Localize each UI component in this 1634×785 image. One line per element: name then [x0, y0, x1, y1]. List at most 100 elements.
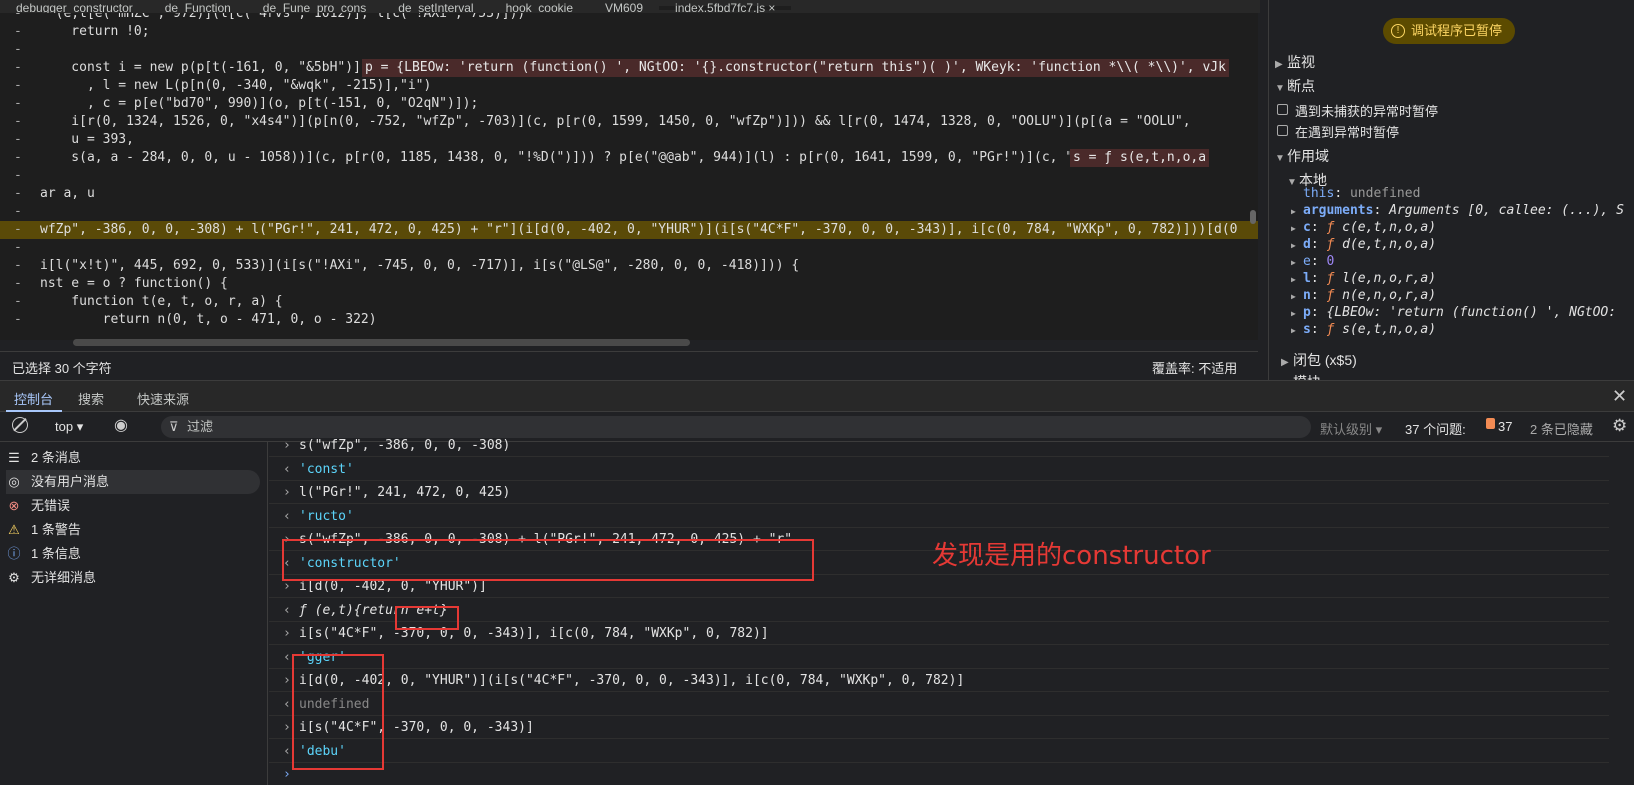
code-editor[interactable]: - (e,t[e("mHZC", 972)](l[c("4rvs", 1012)…: [0, 13, 1258, 340]
scope-key: s: [1303, 322, 1311, 337]
code-text: wfZp", -386, 0, 0, -308) + l("PGr!", 241…: [40, 222, 1238, 237]
console-message[interactable]: ‹ 'const': [269, 458, 1609, 481]
editor-tab[interactable]: de_Function: [149, 2, 247, 13]
scope-value: {LBEOw: 'return (function() ', NGtOO:: [1326, 305, 1617, 320]
code-line[interactable]: - nst e = o ? function() {: [0, 275, 1258, 293]
chevron-down-icon: ▼: [1275, 83, 1285, 94]
scope-variable[interactable]: ▶ l: ƒ l(e,n,o,r,a): [1291, 271, 1436, 286]
console-message[interactable]: ‹ 'ructo': [269, 505, 1609, 528]
context-selector[interactable]: top ▾: [55, 419, 83, 435]
code-line[interactable]: - , l = new L(p[n(0, -340, "&wqk", -215)…: [0, 77, 1258, 95]
close-icon[interactable]: ✕: [1612, 386, 1627, 407]
output-chevron-icon: ‹: [283, 743, 291, 759]
code-line[interactable]: - const i = new p(p[t(-161, 0, "&5bH")])…: [0, 59, 1258, 77]
function-marker-icon: ƒ: [1326, 288, 1343, 303]
output-chevron-icon: ‹: [283, 649, 291, 665]
console-filter-item[interactable]: ☰ 2 条消息: [6, 446, 260, 470]
code-line[interactable]: - u = 393,: [0, 131, 1258, 149]
code-line[interactable]: - ar a, u: [0, 185, 1258, 203]
editor-tab[interactable]: de_Fune_pro_cons: [247, 2, 382, 13]
code-line[interactable]: - return n(0, t, o - 471, 0, o - 322): [0, 311, 1258, 329]
scope-variable[interactable]: ▶ c: ƒ c(e,t,n,o,a): [1291, 220, 1436, 235]
code-line[interactable]: -: [0, 239, 1258, 257]
colon: :: [1310, 220, 1327, 235]
clear-console-icon[interactable]: [12, 417, 28, 433]
code-line[interactable]: - , c = p[e("bd70", 990)](o, p[t(-151, 0…: [0, 95, 1258, 113]
line-gutter-marker: -: [14, 258, 22, 273]
console-message[interactable]: ‹ undefined: [269, 693, 1609, 716]
scope-variable[interactable]: this: undefined: [1303, 186, 1420, 201]
console-filter-item[interactable]: ⚠ 1 条警告: [6, 518, 260, 542]
chevron-right-icon: ▶: [1291, 224, 1296, 233]
function-marker-icon: ƒ: [1326, 322, 1343, 337]
code-line[interactable]: - return !0;: [0, 23, 1258, 41]
console-message[interactable]: › i[s("4C*F", -370, 0, 0, -343)], i[c(0, …: [269, 622, 1609, 645]
watch-section[interactable]: ▶ 监视: [1275, 52, 1315, 72]
line-gutter-marker: -: [14, 240, 22, 255]
tab-console[interactable]: 控制台: [14, 389, 53, 408]
eye-icon[interactable]: ◉: [114, 415, 128, 435]
editor-tab[interactable]: hook_cookie: [490, 2, 589, 13]
editor-tab[interactable]: de_setInterval: [382, 2, 489, 13]
tab-search[interactable]: 搜索: [78, 389, 104, 408]
code-line[interactable]: - (e,t[e("mHZC", 972)](l[c("4rvs", 1012)…: [0, 13, 1258, 23]
tab-quick-source[interactable]: 快速来源: [137, 389, 189, 408]
horizontal-scrollbar[interactable]: [73, 339, 690, 346]
editor-tabs: debugger_constructor de_Function de_Fune_p…: [0, 0, 1260, 13]
console-message[interactable]: › l("PGr!", 241, 472, 0, 425): [269, 481, 1609, 504]
console-filter-label: 无详细消息: [31, 570, 97, 585]
annotation-box-debugger: [292, 654, 384, 770]
code-line[interactable]: - s(a, a - 284, 0, 0, u - 1058))](c, p[r…: [0, 149, 1258, 167]
scope-variable[interactable]: ▶ arguments: Arguments [0, callee: (...),…: [1291, 203, 1624, 218]
code-line[interactable]: -: [0, 203, 1258, 221]
pause-caught-checkbox[interactable]: [1277, 125, 1288, 136]
scope-variable[interactable]: ▶ s: ƒ s(e,t,n,o,a): [1291, 322, 1436, 337]
code-line[interactable]: -: [0, 167, 1258, 185]
scope-variable[interactable]: ▶ d: ƒ d(e,t,n,o,a): [1291, 237, 1436, 252]
code-line[interactable]: - i[l("x!t)", 445, 692, 0, 533)](i[s("!AX…: [0, 257, 1258, 275]
line-gutter-marker: -: [14, 24, 22, 39]
line-gutter-marker: -: [14, 294, 22, 309]
issues-count[interactable]: 37: [1498, 419, 1512, 434]
scope-variable[interactable]: ▶ n: ƒ n(e,n,o,r,a): [1291, 288, 1436, 303]
chevron-right-icon: ▶: [1291, 258, 1296, 267]
editor-tab[interactable]: VM609: [589, 2, 659, 13]
console-message[interactable]: › s("wfZp", -386, 0, 0, -308): [269, 434, 1609, 457]
console-message[interactable]: ‹ ƒ (e,t){return e+t}: [269, 599, 1609, 622]
chevron-right-icon: ▶: [1291, 326, 1296, 335]
line-gutter-marker: -: [14, 13, 22, 21]
closure-scope[interactable]: ▶ 闭包 (x$5): [1281, 350, 1357, 370]
colon: :: [1373, 203, 1390, 218]
console-prompt[interactable]: ›: [269, 763, 1609, 785]
code-line[interactable]: - function t(e, t, o, r, a) {: [0, 293, 1258, 311]
warning-icon: ⚠: [8, 522, 20, 537]
filter-icon: ⊽: [169, 419, 179, 434]
code-line[interactable]: - wfZp", -386, 0, 0, -308) + l("PGr!", 24…: [0, 221, 1258, 239]
code-line[interactable]: -: [0, 41, 1258, 59]
console-filter-item[interactable]: ◎ 没有用户消息: [6, 470, 260, 494]
console-message[interactable]: ‹'gger': [269, 646, 1609, 669]
console-filter-item[interactable]: ⚙ 无详细消息: [6, 566, 260, 590]
console-filter-label: 无错误: [31, 498, 71, 513]
code-line[interactable]: - i[r(0, 1324, 1526, 0, "x4s4")](p[n(0, …: [0, 113, 1258, 131]
editor-tab[interactable]: debugger_constructor: [0, 2, 149, 13]
console-message[interactable]: › i[d(0, -402, 0, "YHUR")](i[s("4C*F", -3…: [269, 669, 1609, 692]
breakpoints-section[interactable]: ▼ 断点: [1275, 76, 1315, 96]
pause-uncaught-checkbox[interactable]: [1277, 104, 1288, 115]
editor-tab[interactable]: index.5fbd7fc7.js ×: [659, 2, 792, 13]
settings-gear-icon[interactable]: ⚙: [1612, 416, 1627, 436]
scope-variable[interactable]: ▶ e: 0: [1291, 254, 1334, 269]
scope-section[interactable]: ▼ 作用域: [1275, 146, 1329, 166]
console-message[interactable]: › i[s("4C*F", -370, 0, 0, -343)]: [269, 716, 1609, 739]
code-text: , l = new L(p[n(0, -340, "&wqk", -215)],…: [40, 78, 432, 93]
console-filter-item[interactable]: ⊗ 无错误: [6, 494, 260, 518]
code-text: s(a, a - 284, 0, 0, u - 1058))](c, p[r(0…: [40, 150, 1097, 165]
module-scope[interactable]: ▶模块: [1281, 372, 1321, 380]
console-message[interactable]: ‹'debu': [269, 740, 1609, 763]
vertical-scrollbar[interactable]: [1250, 210, 1256, 224]
line-gutter-marker: -: [14, 78, 22, 93]
scope-variable[interactable]: ▶ p: {LBEOw: 'return (function() ', NGtOO…: [1291, 305, 1616, 320]
console-output[interactable]: › s("wfZp", -386, 0, 0, -308) ‹ 'const' › l("…: [269, 438, 1634, 785]
drawer-tabs: 控制台 搜索 快速来源 ✕: [0, 380, 1634, 412]
console-filter-item[interactable]: ⓘ 1 条信息: [6, 542, 260, 566]
